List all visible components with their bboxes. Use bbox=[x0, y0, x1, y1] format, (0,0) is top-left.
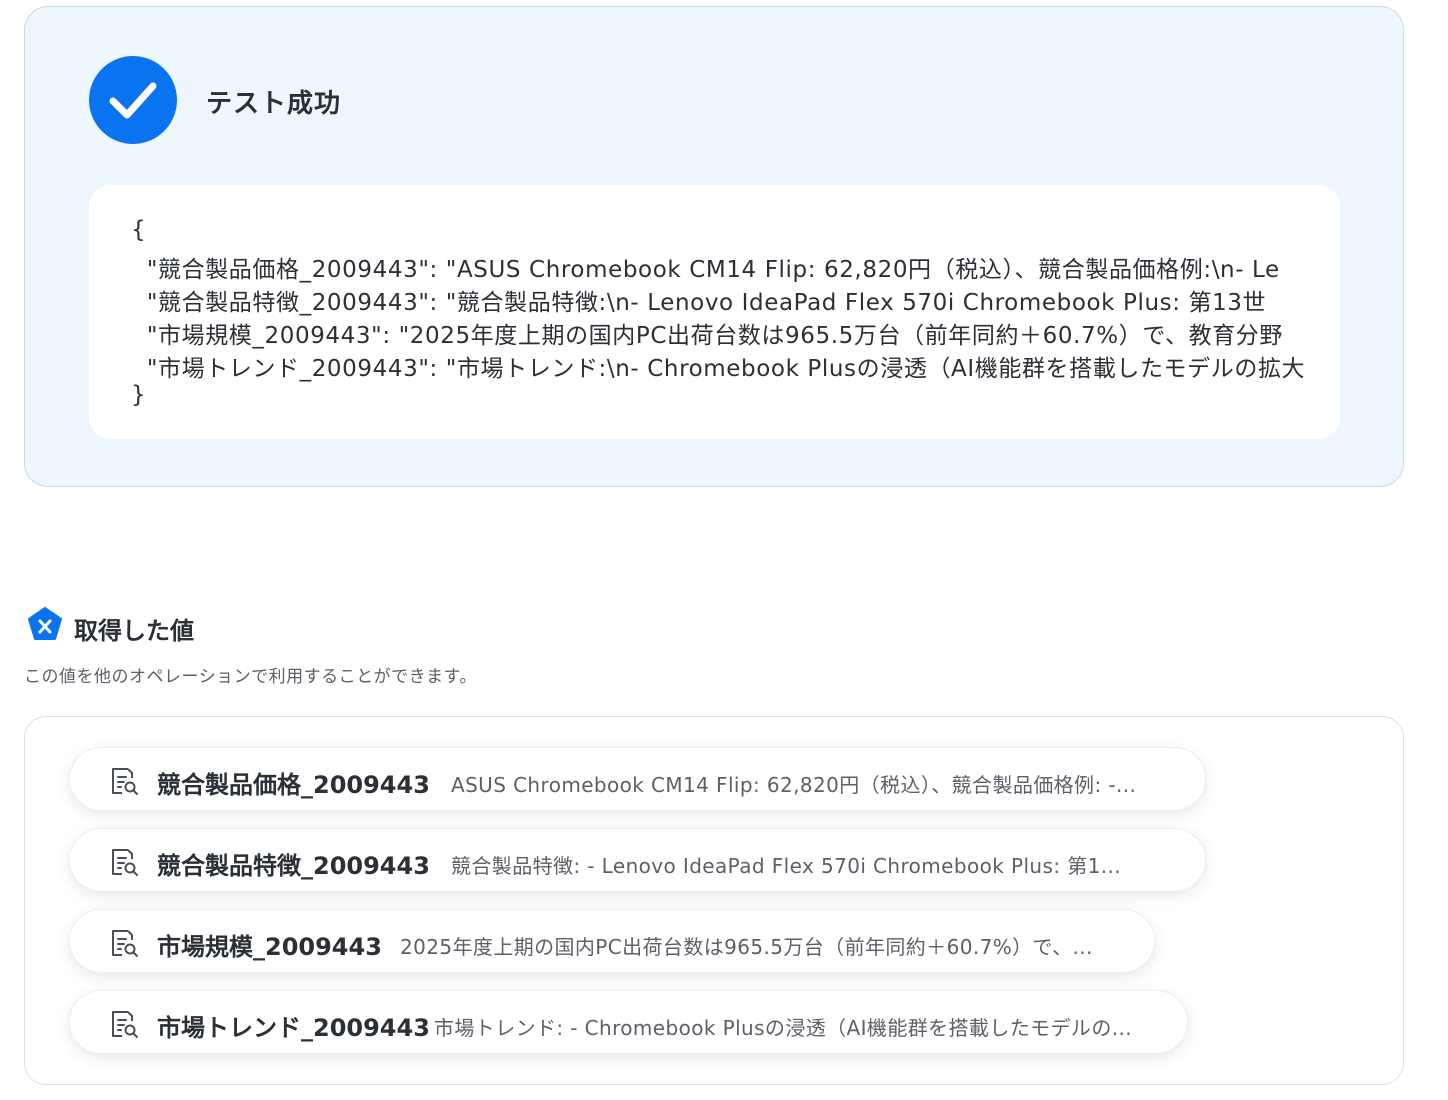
values-list: 競合製品価格_2009443 ASUS Chromebook CM14 Flip… bbox=[24, 716, 1404, 1085]
value-preview: ASUS Chromebook CM14 Flip: 62,820円（税込）、競… bbox=[451, 773, 1137, 797]
document-search-icon bbox=[112, 768, 138, 795]
check-icon bbox=[89, 56, 177, 144]
value-item-market-size[interactable]: 市場規模_2009443 2025年度上期の国内PC出荷台数は965.5万台（前… bbox=[69, 909, 1155, 973]
value-preview: 2025年度上期の国内PC出荷台数は965.5万台（前年同約＋60.7%）で、.… bbox=[400, 935, 1093, 959]
value-item-competitor-features[interactable]: 競合製品特徴_2009443 競合製品特徴: - Lenovo IdeaPad … bbox=[69, 828, 1206, 892]
test-success-title: テスト成功 bbox=[206, 89, 342, 119]
json-line: "市場規模_2009443": "2025年度上期の国内PC出荷台数は965.5… bbox=[131, 323, 1284, 349]
value-item-market-trend[interactable]: 市場トレンド_2009443 市場トレンド: - Chromebook Plus… bbox=[69, 990, 1188, 1054]
json-line: "競合製品特徴_2009443": "競合製品特徴:\n- Lenovo Ide… bbox=[131, 290, 1267, 316]
json-line: } bbox=[131, 382, 147, 408]
value-name: 市場規模_2009443 bbox=[157, 933, 382, 961]
json-line: "市場トレンド_2009443": "市場トレンド:\n- Chromebook… bbox=[131, 356, 1306, 382]
json-output: { "競合製品価格_2009443": "ASUS Chromebook CM1… bbox=[89, 185, 1340, 439]
document-search-icon bbox=[112, 930, 138, 957]
value-name: 競合製品特徴_2009443 bbox=[157, 852, 430, 880]
test-result-panel: テスト成功 { "競合製品価格_2009443": "ASUS Chromebo… bbox=[24, 6, 1404, 487]
document-search-icon bbox=[112, 849, 138, 876]
document-search-icon bbox=[112, 1011, 138, 1038]
value-item-competitor-price[interactable]: 競合製品価格_2009443 ASUS Chromebook CM14 Flip… bbox=[69, 747, 1206, 811]
value-preview: 市場トレンド: - Chromebook Plusの浸透（AI機能群を搭載したモ… bbox=[434, 1016, 1132, 1040]
value-name: 競合製品価格_2009443 bbox=[157, 771, 430, 799]
section-title: 取得した値 bbox=[74, 617, 194, 645]
value-name: 市場トレンド_2009443 bbox=[157, 1014, 430, 1042]
section-description: この値を他のオペレーションで利用することができます。 bbox=[24, 667, 477, 687]
json-line: "競合製品価格_2009443": "ASUS Chromebook CM14 … bbox=[131, 257, 1280, 283]
value-preview: 競合製品特徴: - Lenovo IdeaPad Flex 570i Chrom… bbox=[451, 854, 1121, 878]
variable-badge-icon bbox=[28, 607, 62, 640]
json-line: { bbox=[131, 217, 147, 243]
